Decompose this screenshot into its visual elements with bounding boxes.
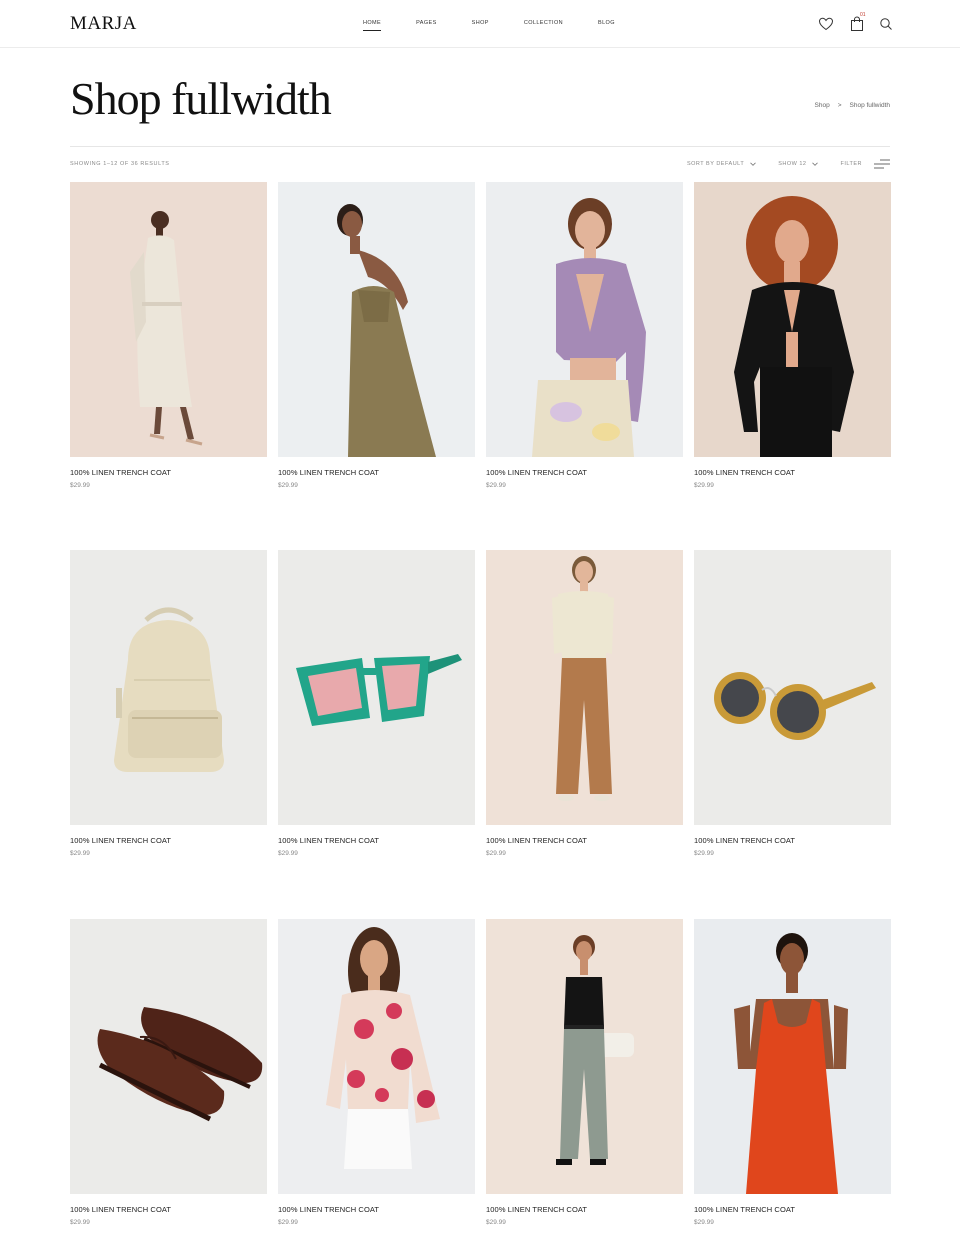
product-name[interactable]: 100% LINEN TRENCH COAT xyxy=(694,468,891,477)
cart-count-badge: 01 xyxy=(860,12,866,18)
product-price: $29.99 xyxy=(486,1219,506,1226)
product-card[interactable]: 100% LINEN TRENCH COAT $29.99 xyxy=(278,919,475,1226)
main-nav: HOME PAGES SHOP COLLECTION BLOG xyxy=(363,20,650,31)
product-image[interactable] xyxy=(70,182,267,457)
shop-toolbar: SORT BY DEFAULT SHOW 12 FILTER xyxy=(665,158,890,170)
site-header: MARJA HOME PAGES SHOP COLLECTION BLOG 01 xyxy=(0,0,960,48)
product-card[interactable]: 100% LINEN TRENCH COAT $29.99 xyxy=(694,182,891,489)
product-card[interactable]: 100% LINEN TRENCH COAT $29.99 xyxy=(278,182,475,489)
product-image[interactable] xyxy=(486,182,683,457)
product-price: $29.99 xyxy=(694,482,714,489)
product-price: $29.99 xyxy=(278,850,298,857)
nav-shop[interactable]: SHOP xyxy=(472,20,489,31)
woman-olive-dress-photo xyxy=(278,182,475,457)
product-image[interactable] xyxy=(694,919,891,1194)
product-name[interactable]: 100% LINEN TRENCH COAT xyxy=(278,836,475,845)
product-price: $29.99 xyxy=(278,482,298,489)
wishlist-heart-icon[interactable] xyxy=(818,16,834,32)
woman-beige-coat-photo xyxy=(70,182,267,457)
product-image[interactable] xyxy=(278,182,475,457)
product-name[interactable]: 100% LINEN TRENCH COAT xyxy=(694,836,891,845)
product-name[interactable]: 100% LINEN TRENCH COAT xyxy=(486,1205,683,1214)
brown-penny-loafers-photo xyxy=(70,919,267,1194)
product-price: $29.99 xyxy=(70,850,90,857)
product-name[interactable]: 100% LINEN TRENCH COAT xyxy=(278,1205,475,1214)
breadcrumb-separator: > xyxy=(837,102,842,109)
woman-cream-top-tan-trousers-photo xyxy=(486,550,683,825)
product-price: $29.99 xyxy=(486,482,506,489)
woman-grey-trousers-photo xyxy=(486,919,683,1194)
nav-home[interactable]: HOME xyxy=(363,20,382,31)
filter-button[interactable]: FILTER xyxy=(840,158,890,170)
product-card[interactable]: 100% LINEN TRENCH COAT $29.99 xyxy=(70,550,267,857)
product-name[interactable]: 100% LINEN TRENCH COAT xyxy=(278,468,475,477)
product-card[interactable]: 100% LINEN TRENCH COAT $29.99 xyxy=(278,550,475,857)
woman-orange-jumpsuit-photo xyxy=(694,919,891,1194)
product-name[interactable]: 100% LINEN TRENCH COAT xyxy=(486,468,683,477)
product-name[interactable]: 100% LINEN TRENCH COAT xyxy=(70,1205,267,1214)
beige-backpack-photo xyxy=(70,550,267,825)
nav-collection[interactable]: COLLECTION xyxy=(524,20,563,31)
header-actions: 01 xyxy=(818,12,894,34)
product-image[interactable] xyxy=(70,550,267,825)
product-card[interactable]: 100% LINEN TRENCH COAT $29.99 xyxy=(486,919,683,1226)
site-logo[interactable]: MARJA xyxy=(70,13,137,35)
product-name[interactable]: 100% LINEN TRENCH COAT xyxy=(70,468,267,477)
filter-label: FILTER xyxy=(840,161,862,167)
product-image[interactable] xyxy=(70,919,267,1194)
show-label: SHOW 12 xyxy=(778,161,807,167)
product-card[interactable]: 100% LINEN TRENCH COAT $29.99 xyxy=(694,550,891,857)
mustard-round-sunglasses-photo xyxy=(694,550,891,825)
nav-pages[interactable]: PAGES xyxy=(416,20,437,31)
sort-dropdown[interactable]: SORT BY DEFAULT xyxy=(687,161,756,167)
product-name[interactable]: 100% LINEN TRENCH COAT xyxy=(486,836,683,845)
product-price: $29.99 xyxy=(694,1219,714,1226)
woman-black-cardigan-photo xyxy=(694,182,891,457)
product-image[interactable] xyxy=(486,550,683,825)
sort-label: SORT BY DEFAULT xyxy=(686,161,745,167)
product-card[interactable]: 100% LINEN TRENCH COAT $29.99 xyxy=(70,182,267,489)
show-count-dropdown[interactable]: SHOW 12 xyxy=(778,161,819,167)
results-count: SHOWING 1–12 OF 36 RESULTS xyxy=(70,161,170,167)
filter-lines-icon xyxy=(874,159,890,169)
nav-blog[interactable]: BLOG xyxy=(598,20,615,31)
product-price: $29.99 xyxy=(70,1219,90,1226)
product-card[interactable]: 100% LINEN TRENCH COAT $29.99 xyxy=(486,550,683,857)
product-image[interactable] xyxy=(486,919,683,1194)
page-title: Shop fullwidth xyxy=(70,73,332,124)
search-icon[interactable] xyxy=(878,16,894,32)
chevron-down-icon xyxy=(812,162,819,166)
title-divider xyxy=(70,146,890,147)
product-image[interactable] xyxy=(694,550,891,825)
product-price: $29.99 xyxy=(486,850,506,857)
product-price: $29.99 xyxy=(70,482,90,489)
woman-lilac-ruffle-top-photo xyxy=(486,182,683,457)
green-square-sunglasses-photo xyxy=(278,550,475,825)
chevron-down-icon xyxy=(750,162,756,166)
woman-floral-shirt-photo xyxy=(278,919,475,1194)
product-price: $29.99 xyxy=(694,850,714,857)
breadcrumb-shop[interactable]: Shop xyxy=(815,102,830,109)
product-card[interactable]: 100% LINEN TRENCH COAT $29.99 xyxy=(70,919,267,1226)
product-name[interactable]: 100% LINEN TRENCH COAT xyxy=(694,1205,891,1214)
product-card[interactable]: 100% LINEN TRENCH COAT $29.99 xyxy=(694,919,891,1226)
product-price: $29.99 xyxy=(278,1219,298,1226)
product-image[interactable] xyxy=(278,919,475,1194)
breadcrumb: Shop > Shop fullwidth xyxy=(807,102,890,109)
product-image[interactable] xyxy=(278,550,475,825)
product-name[interactable]: 100% LINEN TRENCH COAT xyxy=(70,836,267,845)
breadcrumb-current: Shop fullwidth xyxy=(849,102,890,109)
product-card[interactable]: 100% LINEN TRENCH COAT $29.99 xyxy=(486,182,683,489)
product-image[interactable] xyxy=(694,182,891,457)
cart-bag-icon[interactable] xyxy=(849,16,865,32)
